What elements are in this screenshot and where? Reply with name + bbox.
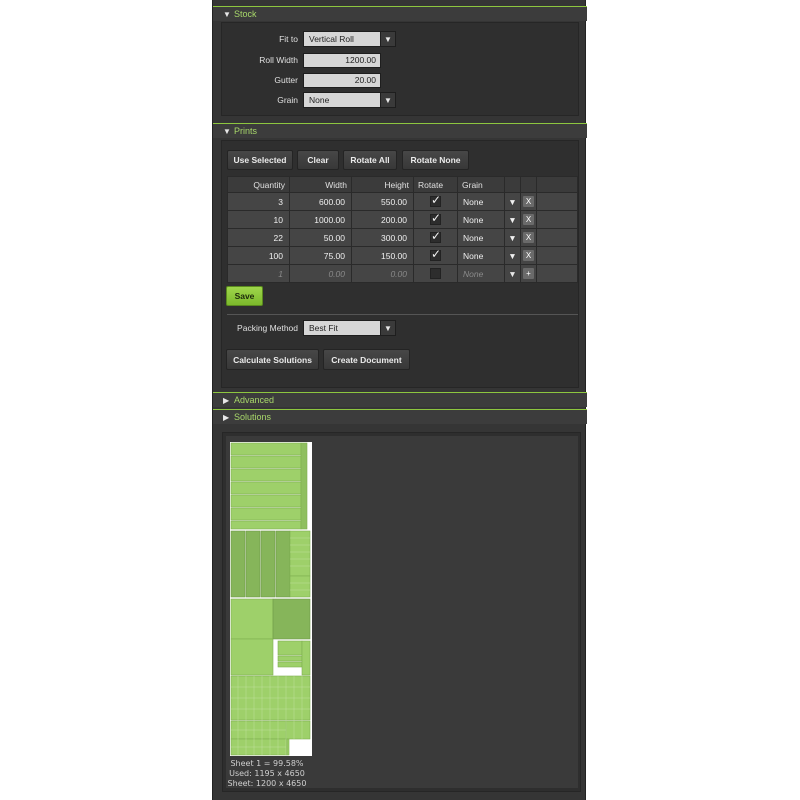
table-row: 3 600.00 550.00 None ▼ X	[227, 192, 578, 211]
table-row-new: 1 0.00 0.00 None ▼ +	[227, 264, 578, 283]
table-header-row: Quantity Width Height Rotate Grain	[227, 176, 578, 193]
column-header-grain: Grain	[457, 176, 505, 193]
rotate-checkbox[interactable]	[430, 247, 441, 262]
gutter-label: Gutter	[274, 75, 298, 85]
column-header-blank	[536, 176, 578, 193]
width-cell[interactable]: 1000.00	[289, 210, 352, 229]
sheet-total-size: Sheet: 1200 x 4650	[227, 779, 307, 788]
triangle-right-icon: ▶	[223, 412, 230, 422]
plus-icon[interactable]: +	[523, 268, 534, 279]
grain-value: None	[309, 95, 330, 105]
chevron-down-icon[interactable]: ▼	[380, 93, 395, 107]
rotate-all-button[interactable]: Rotate All	[343, 150, 397, 170]
gutter-input[interactable]: 20.00	[303, 73, 381, 88]
chevron-down-icon[interactable]: ▼	[380, 321, 395, 335]
chevron-down-icon[interactable]: ▼	[504, 210, 521, 229]
sheet-usage-percent: Sheet 1 = 99.58%	[230, 759, 304, 768]
grain-cell[interactable]: None	[457, 264, 505, 283]
close-icon[interactable]: X	[523, 250, 534, 261]
section-header-stock[interactable]: ▼ Stock	[213, 6, 587, 21]
section-header-prints[interactable]: ▼ Prints	[213, 123, 587, 138]
table-cell-blank	[536, 210, 578, 229]
height-cell[interactable]: 200.00	[351, 210, 414, 229]
width-cell[interactable]: 75.00	[289, 246, 352, 265]
rotate-none-button[interactable]: Rotate None	[402, 150, 469, 170]
clear-button[interactable]: Clear	[297, 150, 339, 170]
save-button[interactable]: Save	[226, 286, 263, 306]
quantity-cell[interactable]: 1	[227, 264, 290, 283]
fit-to-label: Fit to	[279, 34, 298, 44]
section-title-stock: Stock	[234, 9, 257, 19]
quantity-cell[interactable]: 100	[227, 246, 290, 265]
close-icon[interactable]: X	[523, 214, 534, 225]
section-header-solutions[interactable]: ▶ Solutions	[213, 409, 587, 424]
section-title-prints: Prints	[234, 126, 258, 136]
width-cell[interactable]: 600.00	[289, 192, 352, 211]
table-cell-blank	[536, 228, 578, 247]
column-header-quantity: Quantity	[227, 176, 290, 193]
divider	[227, 314, 578, 315]
chevron-down-icon[interactable]: ▼	[380, 32, 395, 46]
height-cell[interactable]: 300.00	[351, 228, 414, 247]
calculate-solutions-button[interactable]: Calculate Solutions	[226, 349, 319, 370]
table-row: 22 50.00 300.00 None ▼ X	[227, 228, 578, 247]
chevron-down-icon[interactable]: ▼	[504, 192, 521, 211]
create-document-button[interactable]: Create Document	[323, 349, 410, 370]
table-cell-blank	[536, 246, 578, 265]
chevron-down-icon[interactable]: ▼	[504, 246, 521, 265]
packing-method-dropdown[interactable]: Best Fit ▼	[303, 320, 396, 336]
column-header-rotate: Rotate	[413, 176, 458, 193]
roll-width-input[interactable]: 1200.00	[303, 53, 381, 68]
column-header-blank	[520, 176, 537, 193]
grain-label: Grain	[277, 95, 298, 105]
rotate-checkbox[interactable]	[430, 211, 441, 226]
packing-method-value: Best Fit	[309, 323, 338, 333]
table-cell-blank	[536, 192, 578, 211]
grain-cell[interactable]: None	[457, 210, 505, 229]
grain-cell[interactable]: None	[457, 246, 505, 265]
height-cell[interactable]: 0.00	[351, 264, 414, 283]
table-row: 10 1000.00 200.00 None ▼ X	[227, 210, 578, 229]
section-header-advanced[interactable]: ▶ Advanced	[213, 392, 587, 407]
column-header-blank	[504, 176, 521, 193]
fit-to-value: Vertical Roll	[309, 34, 354, 44]
packed-pieces	[230, 442, 311, 756]
triangle-down-icon: ▼	[223, 9, 231, 19]
width-cell[interactable]: 50.00	[289, 228, 352, 247]
width-cell[interactable]: 0.00	[289, 264, 352, 283]
quantity-cell[interactable]: 10	[227, 210, 290, 229]
rotate-checkbox[interactable]	[430, 268, 441, 280]
prints-table: Quantity Width Height Rotate Grain 3 600…	[227, 176, 578, 283]
roll-width-label: Roll Width	[259, 55, 298, 65]
fit-to-dropdown[interactable]: Vertical Roll ▼	[303, 31, 396, 47]
triangle-down-icon: ▼	[223, 126, 231, 136]
sheet-preview-1[interactable]	[230, 442, 312, 756]
table-row: 100 75.00 150.00 None ▼ X	[227, 246, 578, 265]
sheet-used-size: Used: 1195 x 4650	[229, 769, 305, 778]
grain-dropdown[interactable]: None ▼	[303, 92, 396, 108]
column-header-height: Height	[351, 176, 414, 193]
quantity-cell[interactable]: 22	[227, 228, 290, 247]
close-icon[interactable]: X	[523, 196, 534, 207]
height-cell[interactable]: 150.00	[351, 246, 414, 265]
chevron-down-icon[interactable]: ▼	[504, 264, 521, 283]
triangle-right-icon: ▶	[223, 395, 230, 405]
close-icon[interactable]: X	[523, 232, 534, 243]
section-title-advanced: Advanced	[234, 395, 275, 405]
rotate-checkbox[interactable]	[430, 229, 441, 244]
grain-cell[interactable]: None	[457, 192, 505, 211]
quantity-cell[interactable]: 3	[227, 192, 290, 211]
use-selected-button[interactable]: Use Selected	[227, 150, 293, 170]
grain-cell[interactable]: None	[457, 228, 505, 247]
section-title-solutions: Solutions	[234, 412, 272, 422]
chevron-down-icon[interactable]: ▼	[504, 228, 521, 247]
height-cell[interactable]: 550.00	[351, 192, 414, 211]
packing-method-label: Packing Method	[237, 323, 298, 333]
column-header-width: Width	[289, 176, 352, 193]
rotate-checkbox[interactable]	[430, 193, 441, 208]
table-cell-blank	[536, 264, 578, 283]
